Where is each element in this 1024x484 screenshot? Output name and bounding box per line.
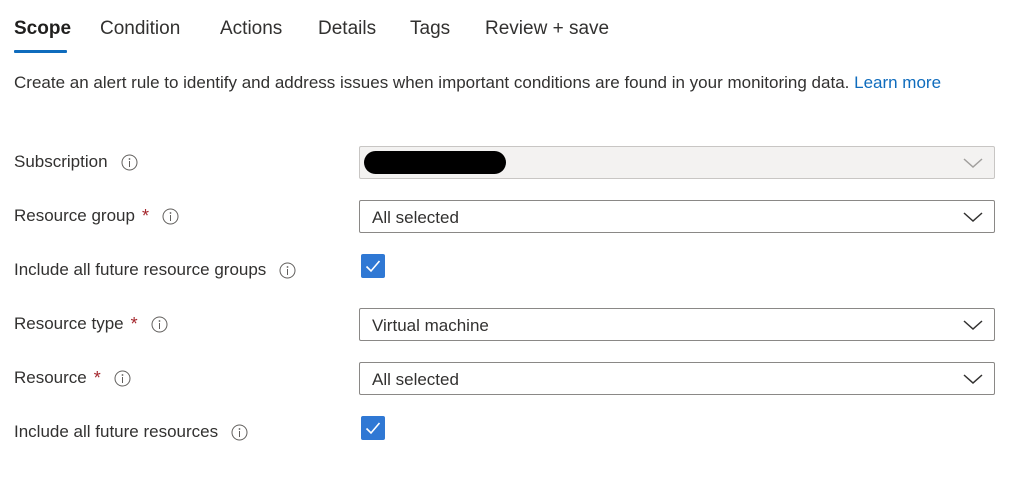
page-description: Create an alert rule to identify and add…: [14, 73, 941, 93]
chevron-down-icon: [963, 374, 983, 385]
active-tab-indicator: [14, 50, 67, 53]
required-asterisk: *: [93, 367, 101, 388]
tab-condition[interactable]: Condition: [100, 18, 180, 40]
tab-bar: Scope Condition Actions Details Tags Rev…: [0, 0, 1024, 56]
include-future-resources-label-row: Include all future resources: [14, 420, 248, 444]
info-icon[interactable]: [162, 208, 179, 225]
checkmark-icon: [365, 422, 381, 435]
required-asterisk: *: [130, 313, 138, 334]
redacted-value: [364, 151, 506, 174]
info-icon[interactable]: [151, 316, 168, 333]
checkmark-icon: [365, 260, 381, 273]
resource-group-dropdown[interactable]: All selected: [359, 200, 995, 233]
resource-type-dropdown[interactable]: Virtual machine: [359, 308, 995, 341]
tab-scope[interactable]: Scope: [14, 18, 71, 40]
resource-group-label: Resource group: [14, 206, 135, 225]
learn-more-link[interactable]: Learn more: [854, 73, 941, 92]
include-future-groups-checkbox[interactable]: [361, 254, 385, 278]
chevron-down-icon: [963, 320, 983, 331]
include-future-groups-label-row: Include all future resource groups: [14, 258, 296, 282]
info-icon[interactable]: [279, 262, 296, 279]
resource-type-label: Resource type: [14, 314, 124, 333]
resource-type-label-row: Resource type *: [14, 312, 168, 336]
tab-actions[interactable]: Actions: [220, 18, 282, 40]
info-icon[interactable]: [121, 154, 138, 171]
chevron-down-icon: [963, 158, 983, 169]
subscription-dropdown[interactable]: [359, 146, 995, 179]
resource-label-row: Resource *: [14, 366, 131, 390]
chevron-down-icon: [963, 212, 983, 223]
info-icon[interactable]: [231, 424, 248, 441]
include-future-resources-label: Include all future resources: [14, 422, 219, 441]
description-text: Create an alert rule to identify and add…: [14, 73, 850, 92]
include-future-groups-label: Include all future resource groups: [14, 260, 267, 279]
subscription-label-row: Subscription: [14, 150, 138, 174]
subscription-label: Subscription: [14, 152, 108, 171]
tab-review-save[interactable]: Review + save: [485, 18, 609, 40]
info-icon[interactable]: [114, 370, 131, 387]
resource-group-value: All selected: [372, 208, 459, 227]
resource-group-label-row: Resource group *: [14, 204, 179, 228]
resource-value: All selected: [372, 370, 459, 389]
resource-type-value: Virtual machine: [372, 316, 489, 335]
tab-tags[interactable]: Tags: [410, 18, 450, 40]
required-asterisk: *: [141, 205, 149, 226]
tab-details[interactable]: Details: [318, 18, 376, 40]
resource-dropdown[interactable]: All selected: [359, 362, 995, 395]
resource-label: Resource: [14, 368, 87, 387]
include-future-resources-checkbox[interactable]: [361, 416, 385, 440]
